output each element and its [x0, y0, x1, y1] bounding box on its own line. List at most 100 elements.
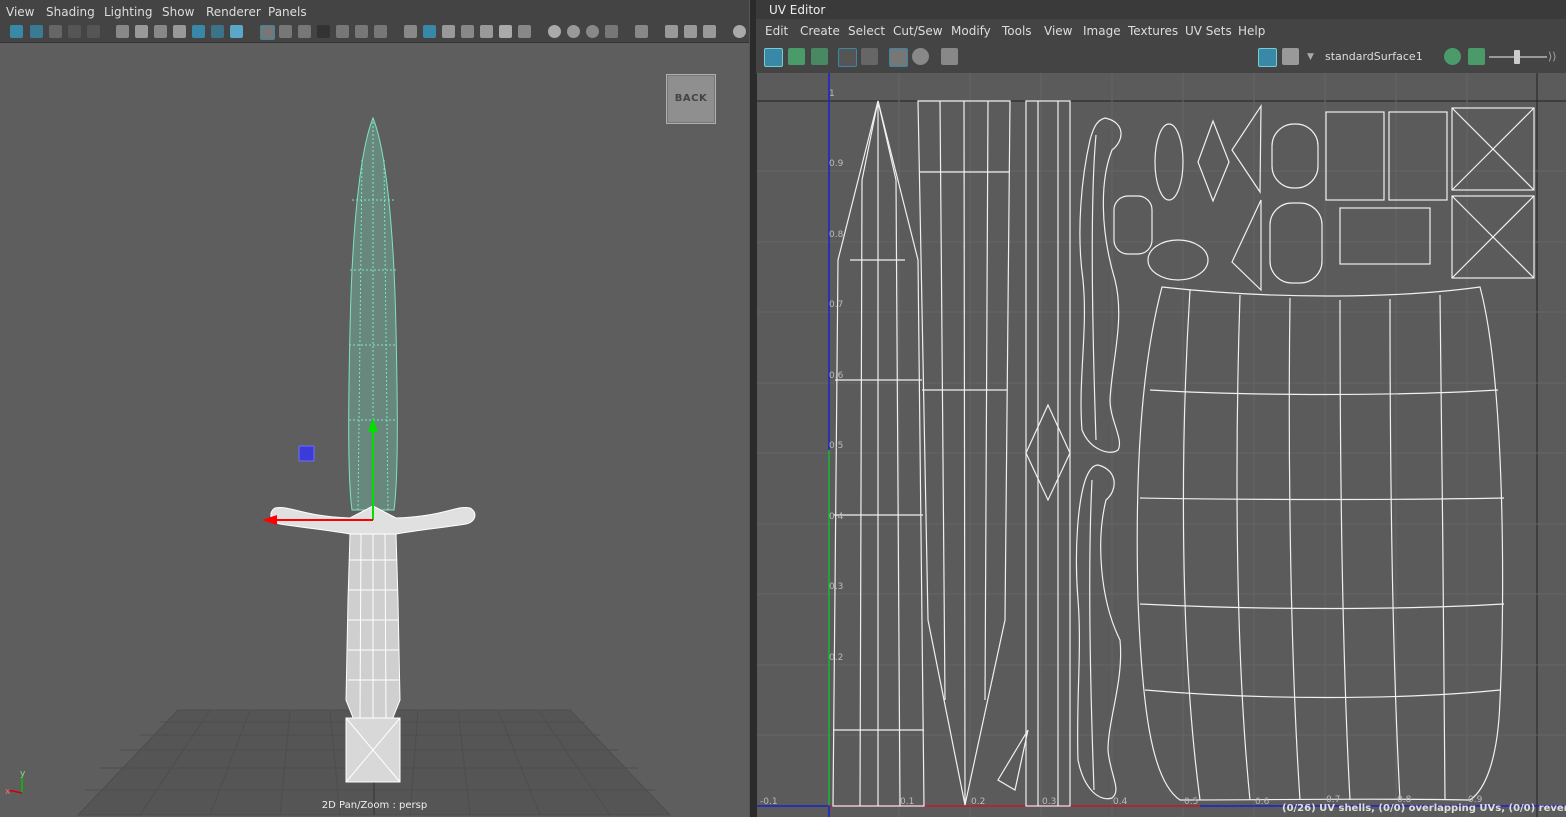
menu-image[interactable]: Image	[1083, 24, 1121, 38]
u-tick--0.1: -0.1	[760, 797, 778, 807]
display-grid-icon[interactable]	[861, 48, 878, 65]
menu-panels[interactable]: Panels	[268, 5, 307, 19]
uv-shell-oval-c	[1147, 239, 1209, 281]
menu-edit[interactable]: Edit	[765, 24, 788, 38]
lights-icon[interactable]	[499, 25, 512, 38]
color-management-icon[interactable]	[703, 25, 716, 38]
image-plane-icon[interactable]	[68, 25, 81, 38]
snapshot-camera-icon[interactable]	[941, 48, 958, 65]
uv-shell-grid-c	[1339, 207, 1431, 265]
viewport-toolbar	[0, 22, 749, 43]
motion-blur-icon[interactable]	[461, 25, 474, 38]
safe-title-icon[interactable]	[211, 25, 224, 38]
scene-svg	[7, 116, 672, 816]
v-tick-0.5: 0.5	[829, 441, 844, 451]
depth-of-field-icon[interactable]	[518, 25, 531, 38]
camera-label: 2D Pan/Zoom : persp	[321, 800, 428, 811]
select-camera-icon[interactable]	[10, 25, 23, 38]
menu-create[interactable]: Create	[800, 24, 840, 38]
shaded-cube-icon[interactable]	[423, 25, 436, 38]
checker-map-icon[interactable]	[1282, 48, 1299, 65]
safe-action-icon[interactable]	[192, 25, 205, 38]
menu-modify[interactable]: Modify	[951, 24, 991, 38]
v-tick-0.4: 0.4	[829, 512, 844, 522]
menu-view[interactable]: View	[6, 5, 34, 19]
toolbar-expand-icon[interactable]: ⟩⟩	[1548, 50, 1557, 63]
viewport-panel[interactable]: View Shading Lighting Show Renderer Pane…	[0, 0, 749, 817]
menu-view-uv[interactable]: View	[1044, 24, 1072, 38]
menu-tools[interactable]: Tools	[1002, 24, 1032, 38]
menu-cut-sew[interactable]: Cut/Sew	[893, 24, 943, 38]
exposure-icon[interactable]	[665, 25, 678, 38]
image-ratio-icon[interactable]	[1468, 48, 1485, 65]
uv-shell-oval-b	[1113, 195, 1153, 255]
u-tick-0.2: 0.2	[971, 797, 986, 807]
uv-face-icon[interactable]	[811, 48, 828, 65]
menu-uv-sets[interactable]: UV Sets	[1185, 24, 1232, 38]
axis-x-label: x	[5, 787, 11, 797]
u-tick-0.5: 0.5	[1184, 797, 1199, 807]
default-material-icon[interactable]	[317, 25, 330, 38]
bookmark-icon[interactable]	[49, 25, 62, 38]
camera-attributes-icon[interactable]	[87, 25, 100, 38]
2d-pan-zoom-icon[interactable]	[635, 25, 648, 38]
display-image-icon[interactable]	[1258, 48, 1277, 67]
shadows-icon[interactable]	[404, 25, 417, 38]
v-tick-0.6: 0.6	[829, 371, 844, 381]
uv-shell-handle	[1136, 286, 1505, 801]
exposure-slider-handle[interactable]	[1514, 50, 1520, 64]
shader-name-field[interactable]: standardSurface1	[1325, 49, 1437, 65]
grease-pencil-icon[interactable]	[230, 25, 243, 38]
gate-mask-icon[interactable]	[154, 25, 167, 38]
manipulator-plane-handle	[298, 445, 315, 462]
lock-camera-icon[interactable]	[30, 25, 43, 38]
xray-icon[interactable]	[336, 25, 349, 38]
refresh-texture-icon[interactable]	[1444, 48, 1461, 65]
viewport-menubar: View Shading Lighting Show Renderer Pane…	[0, 0, 749, 22]
uv-editor-menubar: Edit Create Select Cut/Sew Modify Tools …	[756, 19, 1566, 41]
uv-shell-pommel-b	[1451, 195, 1535, 279]
wireframe-icon[interactable]	[279, 25, 292, 38]
field-chart-icon[interactable]	[173, 25, 186, 38]
xray-active-icon[interactable]	[586, 25, 599, 38]
sword-pommel	[345, 717, 401, 783]
menu-renderer[interactable]: Renderer	[206, 5, 261, 19]
isolate-select-icon[interactable]	[548, 25, 561, 38]
shaded-uv-icon[interactable]	[912, 48, 929, 65]
menu-shading[interactable]: Shading	[46, 5, 95, 19]
u-tick-0.4: 0.4	[1113, 797, 1128, 807]
resolution-gate-icon[interactable]	[135, 25, 148, 38]
uv-select-icon[interactable]	[764, 48, 783, 67]
menu-lighting[interactable]: Lighting	[104, 5, 153, 19]
menu-select[interactable]: Select	[848, 24, 885, 38]
uv-texture-canvas[interactable]: 1 0.9 0.8 0.7 0.6 0.5 0.4 0.3 0.2 -0.1 0…	[757, 73, 1566, 817]
texture-borders-icon[interactable]	[838, 48, 857, 67]
menu-show[interactable]: Show	[162, 5, 194, 19]
chevron-down-icon[interactable]: ▼	[1307, 52, 1314, 62]
ambient-occlusion-icon[interactable]	[442, 25, 455, 38]
film-gate-icon[interactable]	[116, 25, 129, 38]
viewport-settings-icon[interactable]	[733, 25, 746, 38]
xray-joints-icon[interactable]	[567, 25, 580, 38]
textured-icon[interactable]	[355, 25, 368, 38]
grid-icon[interactable]	[260, 25, 275, 40]
uv-shell-tip	[997, 729, 1029, 791]
3d-viewport[interactable]: y x	[0, 43, 749, 817]
uv-shell-grid-b	[1388, 111, 1448, 201]
panel-splitter[interactable]	[749, 0, 757, 817]
u-tick-0.1: 0.1	[900, 797, 915, 807]
gamma-icon[interactable]	[684, 25, 697, 38]
menu-help[interactable]: Help	[1238, 24, 1265, 38]
uv-grid-icon[interactable]	[889, 48, 908, 67]
menu-textures[interactable]: Textures	[1128, 24, 1178, 38]
uv-shell-triangle-a	[1231, 103, 1262, 194]
uv-shell-grid-a	[1325, 111, 1385, 201]
shading-mode-icon[interactable]	[605, 25, 618, 38]
anti-aliasing-icon[interactable]	[480, 25, 493, 38]
use-all-lights-icon[interactable]	[374, 25, 387, 38]
u-tick-0.6: 0.6	[1255, 797, 1270, 807]
uv-shell-icon[interactable]	[788, 48, 805, 65]
sword-handle	[345, 533, 401, 721]
smooth-shade-icon[interactable]	[298, 25, 311, 38]
view-cube-back-button[interactable]: BACK	[666, 74, 716, 124]
